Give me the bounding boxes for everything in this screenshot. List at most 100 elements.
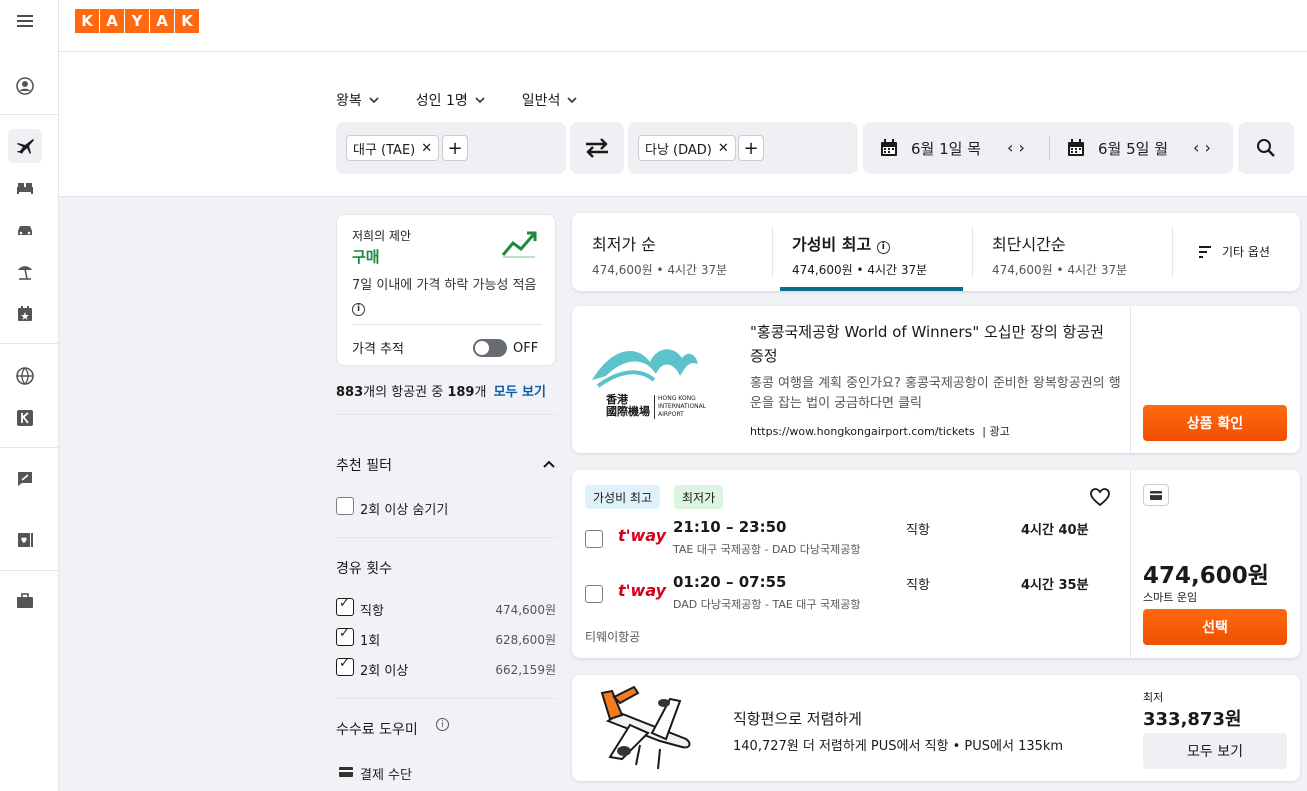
add-origin-button[interactable]: + [442,135,468,161]
travelers-dropdown[interactable]: 성인 1명 [416,90,486,110]
hide-two-plus-checkbox[interactable] [336,497,354,515]
hkia-wave-logo [592,349,698,388]
flight-result-card[interactable]: 가성비 최고 최저가 t'way 21:10 – 23:50 TAE 대구 국제… [572,470,1300,658]
logo-letter: K [75,9,99,33]
calendar-icon [881,139,897,156]
ad-title[interactable]: "홍콩국제공항 World of Winners" 오십만 장의 항공권 증정 [750,320,1122,368]
active-tab-indicator [780,287,963,291]
cars-icon[interactable] [8,213,42,247]
logo-letter: A [100,9,124,33]
cabin-dropdown[interactable]: 일반석 [522,90,579,110]
chevron-down-icon [567,97,577,104]
payment-method-label: 결제 수단 [360,768,412,783]
stops-option-price: 474,600원 [495,603,556,617]
shown-count: 883 [336,385,364,400]
leg-select-checkbox[interactable] [585,585,603,603]
destination-chip[interactable]: 다낭 (DAD) ✕ [638,135,736,161]
leg-select-checkbox[interactable] [585,530,603,548]
promo-description: 140,727원 더 저렴하게 PUS에서 직항 • PUS에서 135km [733,739,1064,754]
ad-card[interactable]: 香港 國際機場 HONG KONG INTERNATIONAL AIRPORT … [572,306,1300,453]
info-icon[interactable]: i [876,240,890,254]
stops-option-price: 662,159원 [495,663,556,677]
fee-assistant: 수수료 도우미 i 결제 수단 [336,699,556,789]
promo-show-all-button[interactable]: 모두 보기 [1143,733,1287,769]
advice-desc-text: 7일 이내에 가격 하락 가능성 적음 [352,278,537,293]
heart-icon[interactable] [1090,488,1110,506]
flights-icon[interactable] [8,129,42,163]
close-icon[interactable]: ✕ [421,141,432,156]
origin-field[interactable]: 대구 (TAE) ✕ + [336,122,566,174]
nearby-airport-promo[interactable]: 직항편으로 저렴하게 140,727원 더 저렴하게 PUS에서 직항 • PU… [572,675,1300,781]
travelers-label: 성인 1명 [415,93,468,109]
info-icon[interactable]: i [352,303,365,316]
nav-rail [0,0,59,791]
trip-type-dropdown[interactable]: 왕복 [336,90,380,110]
ad-url[interactable]: https://wow.hongkongairport.com/tickets [750,425,975,438]
count-mid-text: 개의 항공권 중 [363,385,448,400]
depart-date-label: 6월 1일 목 [911,139,982,158]
destination-chip-label: 다낭 (DAD) [645,142,712,158]
price-advice-card: 저희의 제안 구매 7일 이내에 가격 하락 가능성 적음 i 가격 추적 OF… [336,214,556,366]
more-options-button[interactable]: 기타 옵션 [1198,243,1270,260]
tab-best-value[interactable]: 가성비 최고 i 474,600원 • 4시간 37분 [772,213,972,291]
stops-two-plus-checkbox[interactable]: ✓ [336,656,354,676]
show-all-link[interactable]: 모두 보기 [494,385,546,400]
packages-icon[interactable] [8,255,42,289]
promo-price: 333,873원 [1143,709,1242,730]
filters-sidebar: 저희의 제안 구매 7일 이내에 가격 하락 가능성 적음 i 가격 추적 OF… [336,214,556,789]
top-header: K A Y A K [59,0,1307,52]
hkia-logo-cn: 香港 國際機場 [606,393,650,418]
promo-title: 직항편으로 저렴하게 [733,710,862,728]
hotels-icon[interactable] [8,171,42,205]
origin-chip[interactable]: 대구 (TAE) ✕ [346,135,440,161]
tab-subtitle: 474,600원 • 4시간 37분 [592,263,728,277]
trip-type-label: 왕복 [336,93,362,109]
return-date[interactable]: 6월 5일 월 [1066,122,1168,174]
feedback-icon[interactable] [8,462,42,496]
stops-option-label: 직항 [360,604,384,619]
payment-info-button[interactable] [1143,484,1169,506]
stops-option-price: 628,600원 [495,633,556,647]
add-destination-button[interactable]: + [738,135,764,161]
events-icon[interactable] [8,297,42,331]
search-button[interactable] [1238,122,1294,174]
leg-duration: 4시간 35분 [1021,578,1089,593]
tway-logo: t'way [618,581,667,600]
ad-cta-button[interactable]: 상품 확인 [1143,405,1287,441]
depart-date[interactable]: 6월 1일 목 [879,122,981,174]
stops-nonstop-checkbox[interactable]: ✓ [336,596,354,616]
count-suffix: 개 [474,385,487,400]
select-flight-button[interactable]: 선택 [1143,609,1287,645]
stops-one-checkbox[interactable]: ✓ [336,626,354,646]
fee-title: 수수료 도우미 [336,722,418,738]
leg-times: 01:20 – 07:55 [673,573,787,591]
trend-chart-icon [501,231,537,258]
business-icon[interactable] [8,584,42,618]
cheapest-badge: 최저가 [674,485,724,509]
leg-route: TAE 대구 국제공항 - DAD 다낭국제공항 [673,543,861,556]
swap-button[interactable] [570,122,624,174]
explore-icon[interactable] [8,359,42,393]
credit-card-icon [1150,490,1162,500]
tab-cheapest[interactable]: 최저가 순 474,600원 • 4시간 37분 [572,213,772,291]
tab-subtitle: 474,600원 • 4시간 37분 [992,263,1128,277]
leg-stops: 직항 [906,523,930,538]
result-count: 883개의 항공권 중 189개 모두 보기 [336,381,556,400]
trips-icon[interactable] [8,523,42,557]
tab-title: 가성비 최고 [792,235,872,254]
close-icon[interactable]: ✕ [718,141,729,156]
menu-icon[interactable] [8,4,42,38]
depart-date-stepper[interactable]: ‹ › [1007,138,1025,157]
airline-name: 티웨이항공 [585,630,641,644]
return-date-stepper[interactable]: ‹ › [1193,138,1211,157]
kayak-k-icon[interactable] [8,401,42,435]
info-icon[interactable]: i [436,718,449,731]
destination-field[interactable]: 다낭 (DAD) ✕ + [628,122,858,174]
account-icon[interactable] [8,69,42,103]
price-tracking-toggle[interactable] [473,339,507,357]
kayak-logo[interactable]: K A Y A K [75,9,199,33]
tab-fastest[interactable]: 최단시간순 474,600원 • 4시간 37분 [972,213,1172,291]
recommended-title: 추천 필터 [336,458,392,474]
dates-field[interactable]: 6월 1일 목 ‹ › 6월 5일 월 ‹ › [863,122,1233,174]
chevron-up-icon[interactable] [542,459,556,469]
